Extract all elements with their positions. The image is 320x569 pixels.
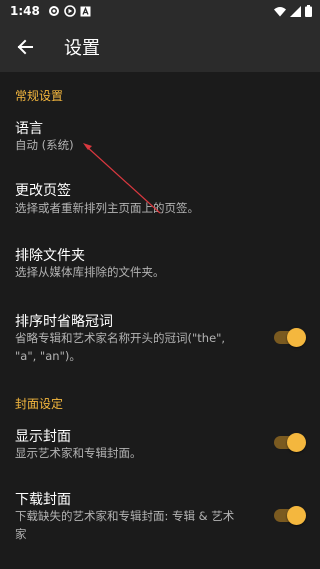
switch-thumb (287, 328, 306, 347)
pref-show-cover[interactable]: 显示封面 显示艺术家和专辑封面。 (0, 418, 320, 474)
pref-ignore-articles[interactable]: 排序时省略冠词 省略专辑和艺术家名称开头的冠词("the", "a", "an"… (0, 304, 320, 378)
status-time: 1:48 (10, 4, 40, 18)
app-bar: 设置 (0, 22, 320, 72)
pref-summary: 选择从媒体库排除的文件夹。 (15, 265, 165, 279)
a-icon (80, 6, 91, 16)
status-icons-left (48, 5, 91, 17)
wifi-icon (274, 6, 286, 16)
pref-summary-line-1: 下载缺失的艺术家和专辑封面: 专辑 & 艺术 (15, 509, 235, 523)
pref-download-cover[interactable]: 下载封面 下载缺失的艺术家和专辑封面: 专辑 & 艺术 家 (0, 482, 320, 556)
pref-summary: 自动 (系统) (15, 138, 74, 152)
show-cover-toggle[interactable] (274, 433, 306, 452)
signal-icon (290, 5, 301, 17)
pref-summary-line-1: 省略专辑和艺术家名称开头的冠词("the", (15, 331, 226, 345)
pref-exclude-folders[interactable]: 排除文件夹 选择从媒体库排除的文件夹。 (0, 238, 320, 298)
settings-icon (48, 6, 59, 16)
arrow-left-icon (17, 39, 33, 55)
circle-icon (64, 5, 76, 17)
back-button[interactable] (0, 22, 50, 72)
pref-title: 排除文件夹 (15, 248, 85, 264)
pref-language[interactable]: 语言 自动 (系统) (0, 110, 320, 170)
status-icons-right (274, 5, 312, 17)
download-cover-toggle[interactable] (274, 506, 306, 525)
pref-change-tabs[interactable]: 更改页签 选择或者重新排列主页面上的页签。 (0, 172, 320, 232)
page-title: 设置 (64, 38, 100, 59)
pref-title: 显示封面 (15, 429, 71, 445)
pref-summary-line-2: "a", "an")。 (15, 349, 81, 363)
ignore-articles-toggle[interactable] (274, 328, 306, 347)
pref-title: 更改页签 (15, 183, 71, 199)
pref-title: 下载封面 (15, 492, 71, 508)
section-header-cover: 封面设定 (15, 397, 64, 411)
pref-summary: 选择或者重新排列主页面上的页签。 (15, 201, 199, 215)
pref-title: 语言 (15, 121, 43, 137)
switch-thumb (287, 506, 306, 525)
battery-icon (305, 5, 312, 17)
switch-thumb (287, 433, 306, 452)
pref-title: 排序时省略冠词 (15, 314, 113, 330)
section-header-general: 常规设置 (15, 89, 64, 103)
pref-summary: 显示艺术家和专辑封面。 (15, 446, 142, 460)
pref-summary-line-2: 家 (15, 527, 27, 541)
status-bar: 1:48 (0, 0, 320, 22)
